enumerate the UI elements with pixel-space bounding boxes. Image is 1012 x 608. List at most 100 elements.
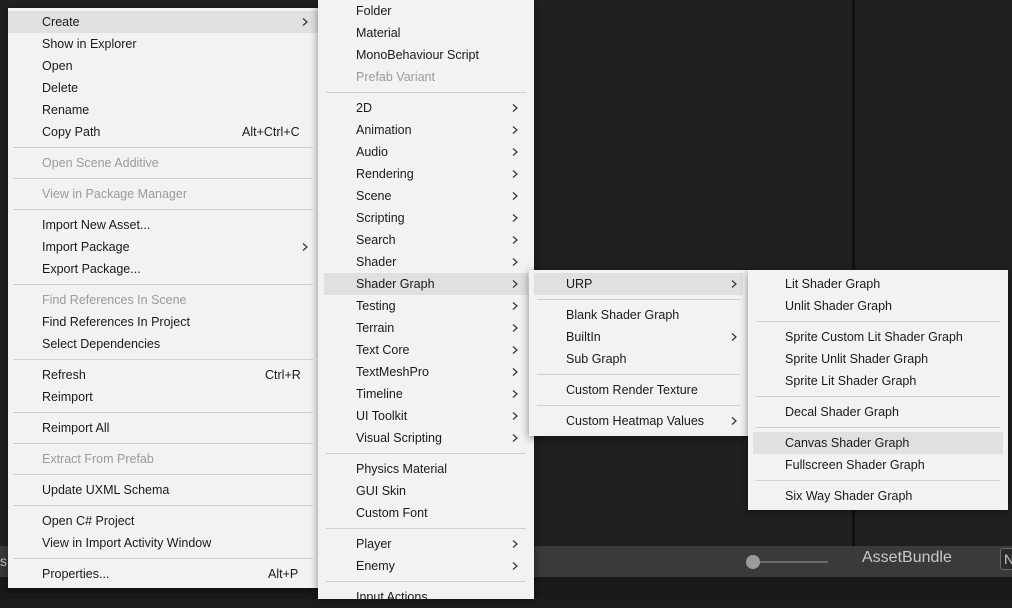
chevron-right-icon <box>512 280 519 288</box>
menu-item-material[interactable]: Material <box>318 22 534 44</box>
menu-separator <box>537 405 740 406</box>
menu-item-delete[interactable]: Delete <box>8 77 318 99</box>
menu-item-select-dependencies[interactable]: Select Dependencies <box>8 333 318 355</box>
menu-item-custom-heatmap-values[interactable]: Custom Heatmap Values <box>529 410 748 432</box>
menu-item-view-import-activity[interactable]: View in Import Activity Window <box>8 532 318 554</box>
chevron-right-icon <box>512 258 519 266</box>
menu-item-scripting[interactable]: Scripting <box>318 207 534 229</box>
menu-item-shader[interactable]: Shader <box>318 251 534 273</box>
menu-item-extract-from-prefab[interactable]: Extract From Prefab <box>8 448 318 470</box>
menu-separator <box>13 412 313 413</box>
menu-item-create[interactable]: Create <box>8 11 318 33</box>
menu-item-timeline[interactable]: Timeline <box>318 383 534 405</box>
menu-item-custom-render-texture[interactable]: Custom Render Texture <box>529 379 748 401</box>
chevron-right-icon <box>512 104 519 112</box>
menu-item-sprite-lit-shader-graph[interactable]: Sprite Lit Shader Graph <box>748 370 1008 392</box>
menu-item-gui-skin[interactable]: GUI Skin <box>318 480 534 502</box>
menu-item-player[interactable]: Player <box>318 533 534 555</box>
menu-item-2d[interactable]: 2D <box>318 97 534 119</box>
chevron-right-icon <box>512 390 519 398</box>
menu-item-canvas-shader-graph[interactable]: Canvas Shader Graph <box>753 432 1003 454</box>
chevron-right-icon <box>731 333 738 341</box>
menu-item-blank-shader-graph[interactable]: Blank Shader Graph <box>529 304 748 326</box>
menu-item-rename[interactable]: Rename <box>8 99 318 121</box>
menu-separator <box>756 480 1000 481</box>
menu-item-prefab-variant[interactable]: Prefab Variant <box>318 66 534 88</box>
chevron-right-icon <box>731 280 738 288</box>
menu-item-find-references-in-project[interactable]: Find References In Project <box>8 311 318 333</box>
menu-item-audio[interactable]: Audio <box>318 141 534 163</box>
menu-item-fullscreen-shader-graph[interactable]: Fullscreen Shader Graph <box>748 454 1008 476</box>
menu-item-copy-path[interactable]: Copy Path Alt+Ctrl+C <box>8 121 318 143</box>
shortcut-label: Ctrl+R <box>265 368 301 382</box>
chevron-right-icon <box>512 236 519 244</box>
chevron-right-icon <box>731 417 738 425</box>
zoom-slider-knob[interactable] <box>746 555 760 569</box>
menu-item-input-actions[interactable]: Input Actions <box>318 586 534 608</box>
asset-bundle-field[interactable]: N <box>1000 548 1012 570</box>
menu-item-visual-scripting[interactable]: Visual Scripting <box>318 427 534 449</box>
menu-item-folder[interactable]: Folder <box>318 0 534 22</box>
menu-item-unlit-shader-graph[interactable]: Unlit Shader Graph <box>748 295 1008 317</box>
menu-separator <box>13 505 313 506</box>
chevron-right-icon <box>512 346 519 354</box>
zoom-slider-track[interactable] <box>752 561 828 563</box>
chevron-right-icon <box>302 243 309 251</box>
menu-item-open-csharp-project[interactable]: Open C# Project <box>8 510 318 532</box>
menu-item-reimport-all[interactable]: Reimport All <box>8 417 318 439</box>
menu-item-update-uxml-schema[interactable]: Update UXML Schema <box>8 479 318 501</box>
menu-item-animation[interactable]: Animation <box>318 119 534 141</box>
menu-item-physics-material[interactable]: Physics Material <box>318 458 534 480</box>
menu-item-open[interactable]: Open <box>8 55 318 77</box>
context-menu: Create Show in Explorer Open Delete Rena… <box>8 8 318 588</box>
menu-item-sub-graph[interactable]: Sub Graph <box>529 348 748 370</box>
left-fragment-text: s <box>0 553 7 569</box>
menu-item-sprite-custom-lit-shader-graph[interactable]: Sprite Custom Lit Shader Graph <box>748 326 1008 348</box>
menu-item-find-references-in-scene[interactable]: Find References In Scene <box>8 289 318 311</box>
menu-separator <box>756 427 1000 428</box>
menu-item-scene[interactable]: Scene <box>318 185 534 207</box>
menu-separator <box>537 374 740 375</box>
chevron-right-icon <box>512 540 519 548</box>
menu-separator <box>13 474 313 475</box>
menu-item-testing[interactable]: Testing <box>318 295 534 317</box>
menu-separator <box>13 209 313 210</box>
menu-item-textmeshpro[interactable]: TextMeshPro <box>318 361 534 383</box>
menu-item-properties[interactable]: Properties... Alt+P <box>8 563 318 585</box>
menu-item-custom-font[interactable]: Custom Font <box>318 502 534 524</box>
menu-item-export-package[interactable]: Export Package... <box>8 258 318 280</box>
menu-item-show-in-explorer[interactable]: Show in Explorer <box>8 33 318 55</box>
menu-item-search[interactable]: Search <box>318 229 534 251</box>
menu-item-view-in-package-manager[interactable]: View in Package Manager <box>8 183 318 205</box>
chevron-right-icon <box>512 126 519 134</box>
chevron-right-icon <box>512 412 519 420</box>
menu-separator <box>326 92 526 93</box>
chevron-right-icon <box>512 214 519 222</box>
menu-separator <box>13 443 313 444</box>
create-submenu: Folder Material MonoBehaviour Script Pre… <box>318 0 534 604</box>
menu-item-six-way-shader-graph[interactable]: Six Way Shader Graph <box>748 485 1008 507</box>
menu-item-ui-toolkit[interactable]: UI Toolkit <box>318 405 534 427</box>
chevron-right-icon <box>512 170 519 178</box>
menu-item-builtin[interactable]: BuiltIn <box>529 326 748 348</box>
chevron-right-icon <box>512 302 519 310</box>
menu-item-reimport[interactable]: Reimport <box>8 386 318 408</box>
menu-item-terrain[interactable]: Terrain <box>318 317 534 339</box>
menu-item-import-package[interactable]: Import Package <box>8 236 318 258</box>
menu-item-lit-shader-graph[interactable]: Lit Shader Graph <box>748 273 1008 295</box>
menu-item-urp[interactable]: URP <box>534 273 743 295</box>
menu-item-shader-graph[interactable]: Shader Graph <box>324 273 528 295</box>
shader-graph-submenu: URP Blank Shader Graph BuiltIn Sub Graph… <box>529 270 748 436</box>
menu-separator <box>756 321 1000 322</box>
menu-item-monobehaviour-script[interactable]: MonoBehaviour Script <box>318 44 534 66</box>
menu-item-enemy[interactable]: Enemy <box>318 555 534 577</box>
menu-item-import-new-asset[interactable]: Import New Asset... <box>8 214 318 236</box>
menu-item-refresh[interactable]: Refresh Ctrl+R <box>8 364 318 386</box>
menu-item-sprite-unlit-shader-graph[interactable]: Sprite Unlit Shader Graph <box>748 348 1008 370</box>
chevron-right-icon <box>512 148 519 156</box>
menu-item-text-core[interactable]: Text Core <box>318 339 534 361</box>
menu-item-rendering[interactable]: Rendering <box>318 163 534 185</box>
menu-item-decal-shader-graph[interactable]: Decal Shader Graph <box>748 401 1008 423</box>
menu-separator <box>756 396 1000 397</box>
menu-item-open-scene-additive[interactable]: Open Scene Additive <box>8 152 318 174</box>
